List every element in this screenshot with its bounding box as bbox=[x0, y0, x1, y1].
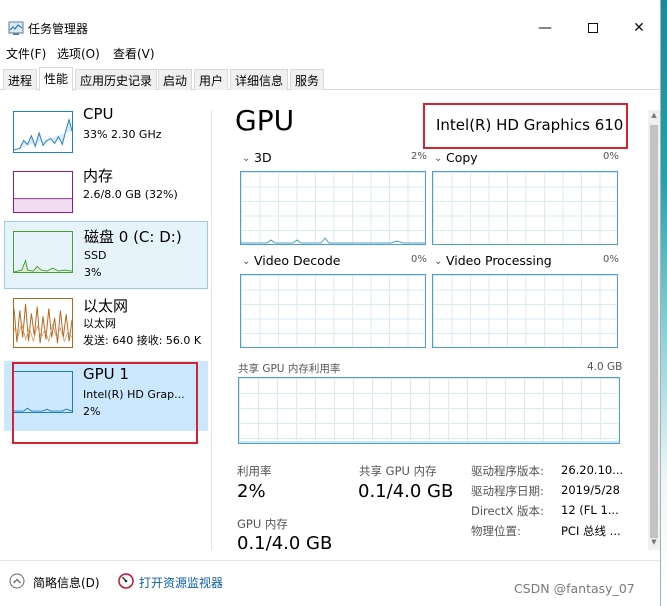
cpu-thumbnail-graph bbox=[13, 111, 73, 153]
minimize-icon: — bbox=[538, 20, 552, 36]
scroll-up-icon[interactable]: ▲ bbox=[648, 111, 660, 125]
driver-version-label: 驱动程序版本: bbox=[471, 464, 544, 478]
resource-memory[interactable]: 内存 2.6/8.0 GB (32%) bbox=[4, 161, 208, 229]
chevron-down-icon[interactable]: ⌄ bbox=[242, 153, 250, 164]
task-manager-window: 任务管理器 — ✕ 文件(F) 选项(O) 查看(V) 进程 性能 应用历史记录… bbox=[0, 0, 661, 606]
resource-ethernet[interactable]: 以太网 以太网 发送: 640 接收: 56.0 K bbox=[4, 291, 208, 359]
tab-users[interactable]: 用户 bbox=[194, 69, 229, 90]
resource-monitor-icon bbox=[118, 573, 134, 589]
gpu-model-short: Intel(R) HD Grap... bbox=[83, 388, 185, 401]
maximize-button[interactable] bbox=[570, 14, 616, 42]
title-bar[interactable]: 任务管理器 — ✕ bbox=[0, 0, 660, 40]
directx-version-label: DirectX 版本: bbox=[471, 504, 544, 518]
physical-location-label: 物理位置: bbox=[471, 524, 521, 538]
menu-bar: 文件(F) 选项(O) 查看(V) bbox=[0, 44, 660, 64]
driver-version-value: 26.20.10... bbox=[561, 463, 624, 477]
resource-disk[interactable]: 磁盘 0 (C: D:) SSD 3% bbox=[4, 221, 208, 289]
engine-video-processing-graph bbox=[432, 274, 618, 348]
minimize-button[interactable]: — bbox=[522, 14, 568, 42]
engine-3d-graph bbox=[240, 171, 426, 245]
resource-list: CPU 33% 2.30 GHz 内存 2.6/8.0 GB (32%) 磁盘 … bbox=[0, 95, 212, 550]
tab-services[interactable]: 服务 bbox=[290, 69, 325, 90]
cpu-usage: 33% 2.30 GHz bbox=[83, 128, 162, 141]
gpu-title: GPU bbox=[235, 104, 295, 137]
cpu-name: CPU bbox=[83, 105, 114, 123]
close-button[interactable]: ✕ bbox=[616, 14, 662, 42]
utilization-label: 利用率 bbox=[237, 464, 272, 478]
pane-divider bbox=[211, 110, 212, 550]
shared-memory-graph bbox=[238, 377, 620, 444]
gpu-usage: 2% bbox=[83, 405, 101, 418]
close-icon: ✕ bbox=[633, 20, 645, 36]
desktop-background bbox=[660, 0, 667, 606]
memory-name: 内存 bbox=[83, 167, 114, 185]
engine-video-decode-pct: 0% bbox=[411, 254, 427, 265]
tab-startup[interactable]: 启动 bbox=[158, 69, 193, 90]
scrollbar-thumb[interactable] bbox=[650, 125, 658, 538]
chevron-down-icon[interactable]: ⌄ bbox=[434, 256, 442, 267]
chevron-up-circle-icon[interactable] bbox=[9, 573, 25, 589]
physical-location-value: PCI 总线 ... bbox=[561, 524, 621, 538]
disk-usage: 3% bbox=[84, 266, 102, 279]
tab-details[interactable]: 详细信息 bbox=[230, 69, 289, 90]
engine-video-decode-graph bbox=[240, 274, 426, 348]
window-title: 任务管理器 bbox=[28, 22, 89, 36]
disk-thumbnail-graph bbox=[13, 231, 73, 273]
ethernet-name: 以太网 bbox=[83, 297, 129, 315]
resource-cpu[interactable]: CPU 33% 2.30 GHz bbox=[4, 101, 208, 169]
task-manager-icon bbox=[8, 21, 24, 35]
driver-date-label: 驱动程序日期: bbox=[471, 484, 544, 498]
engine-video-decode-label[interactable]: Video Decode bbox=[254, 253, 340, 268]
gpu-memory-label: GPU 内存 bbox=[237, 517, 288, 531]
engine-copy-label[interactable]: Copy bbox=[446, 150, 478, 165]
engine-copy-pct: 0% bbox=[603, 151, 619, 162]
gpu-name: GPU 1 bbox=[83, 365, 129, 383]
csdn-watermark: CSDN @fantasy_07 bbox=[514, 581, 635, 596]
driver-date-value: 2019/5/28 bbox=[561, 483, 620, 497]
engine-3d-pct: 2% bbox=[411, 151, 427, 162]
shared-gpu-memory-label: 共享 GPU 内存 bbox=[359, 464, 437, 478]
tab-processes[interactable]: 进程 bbox=[3, 69, 38, 90]
disk-name: 磁盘 0 (C: D:) bbox=[84, 228, 182, 246]
chevron-down-icon[interactable]: ⌄ bbox=[242, 256, 250, 267]
menu-view[interactable]: 查看(V) bbox=[113, 45, 155, 62]
engine-video-processing-label[interactable]: Video Processing bbox=[446, 253, 552, 268]
ethernet-adapter: 以太网 bbox=[83, 317, 116, 330]
shared-memory-graph-max: 4.0 GB bbox=[587, 361, 623, 373]
scroll-down-icon[interactable]: ▼ bbox=[648, 538, 660, 552]
memory-usage: 2.6/8.0 GB (32%) bbox=[83, 188, 178, 201]
engine-3d-line bbox=[241, 237, 425, 244]
directx-version-value: 12 (FL 1... bbox=[561, 503, 619, 517]
ethernet-thumbnail-graph bbox=[13, 298, 73, 348]
ethernet-throughput: 发送: 640 接收: 56.0 K bbox=[83, 334, 202, 347]
resource-gpu[interactable]: GPU 1 Intel(R) HD Grap... 2% bbox=[4, 361, 208, 431]
gpu-memory-value: 0.1/4.0 GB bbox=[237, 533, 333, 554]
maximize-icon bbox=[588, 23, 598, 33]
engine-copy-graph bbox=[432, 171, 618, 245]
engine-video-processing-pct: 0% bbox=[603, 254, 619, 265]
fewer-details-button[interactable]: 简略信息(D) bbox=[33, 574, 100, 591]
open-resource-monitor-link[interactable]: 打开资源监视器 bbox=[139, 574, 223, 591]
shared-gpu-memory-value: 0.1/4.0 GB bbox=[358, 481, 454, 502]
tab-strip: 进程 性能 应用历史记录 启动 用户 详细信息 服务 bbox=[0, 66, 660, 91]
tab-performance[interactable]: 性能 bbox=[39, 67, 74, 91]
utilization-value: 2% bbox=[237, 481, 266, 502]
menu-options[interactable]: 选项(O) bbox=[57, 45, 100, 62]
menu-file[interactable]: 文件(F) bbox=[6, 45, 46, 62]
chevron-down-icon[interactable]: ⌄ bbox=[434, 153, 442, 164]
tab-app-history[interactable]: 应用历史记录 bbox=[75, 69, 158, 90]
disk-type: SSD bbox=[84, 249, 107, 262]
shared-memory-fill bbox=[239, 441, 619, 443]
gpu-thumbnail-graph bbox=[13, 371, 73, 413]
gpu-model-name: Intel(R) HD Graphics 610 bbox=[436, 116, 624, 134]
shared-memory-graph-label: 共享 GPU 内存利用率 bbox=[238, 363, 341, 375]
engine-3d-label[interactable]: 3D bbox=[254, 150, 272, 165]
memory-thumbnail-graph bbox=[13, 171, 73, 213]
